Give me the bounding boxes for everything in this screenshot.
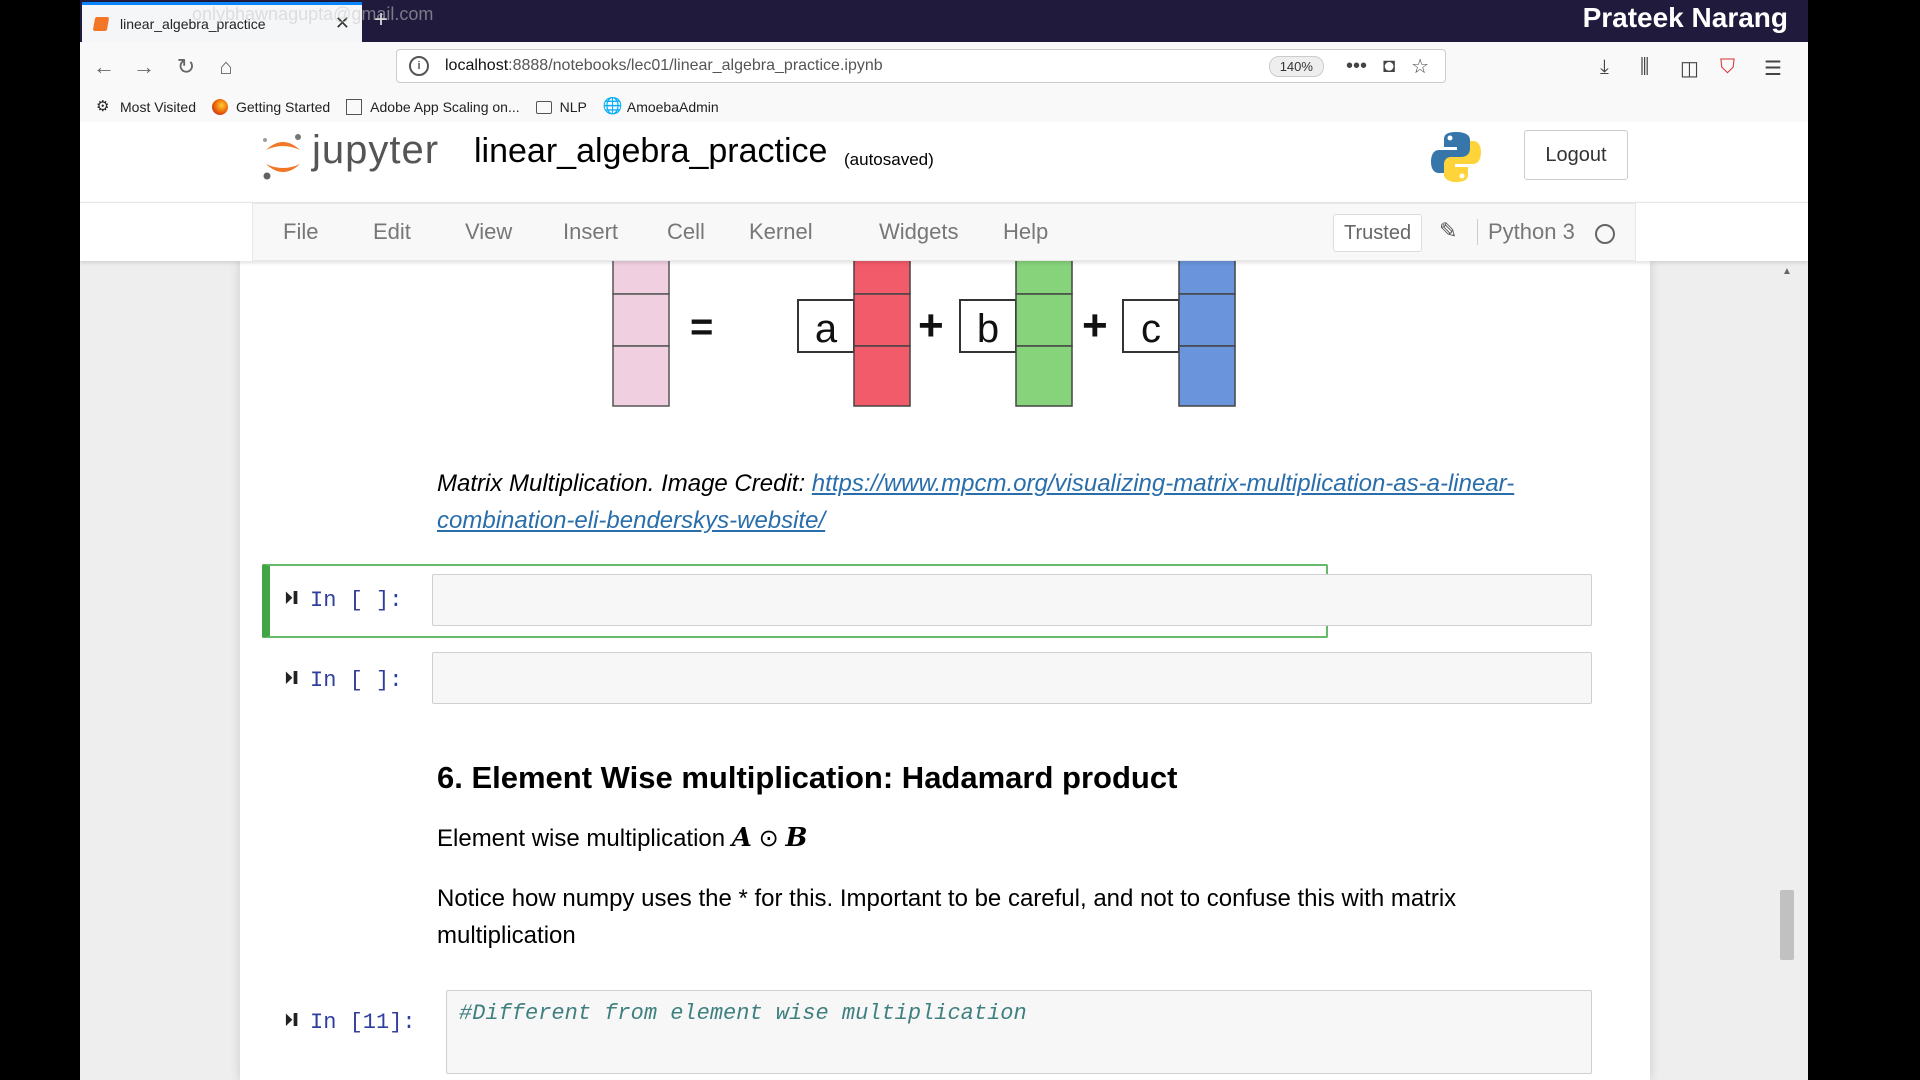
cell-prompt: In [ ]: bbox=[310, 668, 403, 693]
home-icon[interactable]: ⌂ bbox=[212, 54, 240, 80]
sidebar-icon[interactable]: ◫ bbox=[1680, 56, 1699, 81]
run-cell-icon[interactable]: ⏵❙ bbox=[284, 668, 298, 689]
menu-edit[interactable]: Edit bbox=[373, 219, 411, 245]
library-icon[interactable]: ⫼ bbox=[1640, 56, 1649, 79]
edit-pencil-icon[interactable]: ✎ bbox=[1439, 218, 1457, 244]
menu-insert[interactable]: Insert bbox=[563, 219, 618, 245]
bookmark-nlp[interactable]: NLP bbox=[535, 99, 587, 115]
notebook-page: = a + b + c Matrix Multiplication. Image… bbox=[240, 260, 1650, 1080]
zoom-level-badge[interactable]: 140% bbox=[1268, 55, 1324, 77]
watermark-email: onlybhawnagupta@gmail.com bbox=[192, 4, 434, 24]
trusted-indicator[interactable]: Trusted bbox=[1333, 214, 1423, 252]
bookmark-star-icon[interactable]: ☆ bbox=[1411, 54, 1429, 79]
code-cell-selected[interactable]: ⏵❙ In [ ]: bbox=[262, 564, 1592, 638]
presenter-name: Prateek Narang bbox=[1582, 2, 1788, 33]
bookmark-most-visited[interactable]: ⚙ Most Visited bbox=[96, 98, 196, 116]
menu-help[interactable]: Help bbox=[1003, 219, 1048, 245]
section-heading: 6. Element Wise multiplication: Hadamard… bbox=[437, 760, 1178, 795]
notebook-title[interactable]: linear_algebra_practice bbox=[474, 132, 827, 171]
math-B: B bbox=[785, 823, 808, 853]
plus-sign-1: + bbox=[918, 301, 944, 350]
globe-icon: 🌐 bbox=[602, 98, 623, 115]
folder-icon bbox=[535, 100, 552, 114]
firefox-icon bbox=[212, 99, 228, 115]
jupyter-favicon-icon bbox=[92, 16, 110, 31]
code-cell-11[interactable]: ⏵❙ In [11]: #Different from element wise… bbox=[262, 982, 1592, 1080]
url-bar[interactable]: i localhost:8888/notebooks/lec01/linear_… bbox=[396, 49, 1446, 83]
autosave-status: (autosaved) bbox=[844, 150, 934, 169]
notebook-scrollbar[interactable]: ▲ bbox=[1778, 260, 1796, 1080]
code-input-area[interactable] bbox=[432, 574, 1592, 626]
bookmarks-toolbar: ⚙ Most Visited Getting Started Adobe App… bbox=[80, 92, 1808, 123]
matrix-multiplication-figure: = a + b + c bbox=[612, 260, 1236, 407]
menu-file[interactable]: File bbox=[283, 219, 318, 245]
scrollbar-thumb[interactable] bbox=[1780, 890, 1794, 960]
notebook-area[interactable]: = a + b + c Matrix Multiplication. Image… bbox=[80, 260, 1808, 1080]
code-comment[interactable]: #Different from element wise multiplicat… bbox=[459, 1001, 1027, 1026]
screen: linear_algebra_practice ✕ + onlybhawnagu… bbox=[80, 0, 1808, 1080]
caption-text: Matrix Multiplication. Image Credit: bbox=[437, 470, 812, 497]
code-cell[interactable]: ⏵❙ In [ ]: bbox=[262, 644, 1592, 714]
code-input-area[interactable] bbox=[432, 652, 1592, 704]
download-icon[interactable]: ⤓ bbox=[1600, 56, 1609, 79]
hamburger-menu-icon[interactable]: ☰ bbox=[1764, 56, 1782, 81]
math-A: A bbox=[731, 823, 752, 853]
page-actions-icon[interactable]: ••• bbox=[1346, 55, 1367, 78]
site-info-icon[interactable]: i bbox=[409, 56, 429, 76]
navigation-bar: ← → ↻ ⌂ i localhost:8888/notebooks/lec01… bbox=[80, 42, 1808, 93]
menu-cell[interactable]: Cell bbox=[667, 219, 705, 245]
bookmark-adobe[interactable]: Adobe App Scaling on... bbox=[346, 99, 520, 115]
numpy-note-paragraph: Notice how numpy uses the * for this. Im… bbox=[437, 885, 1457, 949]
browser-titlebar: linear_algebra_practice ✕ + onlybhawnagu… bbox=[80, 0, 1808, 42]
jupyter-logo-icon[interactable] bbox=[260, 132, 306, 182]
run-cell-icon[interactable]: ⏵❙ bbox=[284, 588, 298, 609]
forward-arrow-icon[interactable]: → bbox=[130, 54, 158, 80]
menu-widgets[interactable]: Widgets bbox=[879, 219, 958, 245]
run-cell-icon[interactable]: ⏵❙ bbox=[284, 1010, 298, 1031]
column-b bbox=[1015, 260, 1073, 407]
menu-kernel[interactable]: Kernel bbox=[749, 219, 813, 245]
menu-view[interactable]: View bbox=[465, 219, 512, 245]
bookmark-amoebaadmin[interactable]: 🌐 AmoebaAdmin bbox=[602, 98, 719, 116]
kernel-name[interactable]: Python 3 bbox=[1477, 219, 1575, 245]
reload-icon[interactable]: ↻ bbox=[172, 54, 200, 80]
column-c bbox=[1178, 260, 1236, 407]
gear-icon: ⚙ bbox=[96, 98, 110, 115]
adobe-icon bbox=[346, 99, 363, 115]
bookmark-getting-started[interactable]: Getting Started bbox=[212, 99, 330, 115]
scalar-b-label: b bbox=[977, 307, 999, 351]
hadamard-operator: ⊙ bbox=[758, 824, 779, 852]
scroll-up-arrow-icon[interactable]: ▲ bbox=[1782, 266, 1792, 277]
url-text[interactable]: localhost:8888/notebooks/lec01/linear_al… bbox=[445, 57, 1269, 75]
jupyter-logo-text[interactable]: jupyter bbox=[312, 128, 439, 173]
python-logo-icon bbox=[1431, 132, 1481, 182]
logout-button[interactable]: Logout bbox=[1524, 130, 1628, 180]
scalar-a-label: a bbox=[815, 307, 838, 351]
result-column bbox=[612, 260, 670, 407]
menubar: File Edit View Insert Cell Kernel Widget… bbox=[252, 203, 1636, 261]
pocket-icon[interactable]: ◘ bbox=[1383, 55, 1395, 78]
plus-sign-2: + bbox=[1082, 301, 1108, 350]
cell-prompt: In [ ]: bbox=[310, 588, 403, 613]
jupyter-header: jupyter linear_algebra_practice (autosav… bbox=[80, 122, 1808, 202]
column-a bbox=[853, 260, 911, 407]
ublock-icon[interactable]: ⛉ bbox=[1720, 56, 1735, 79]
back-arrow-icon[interactable]: ← bbox=[90, 54, 118, 80]
kernel-status-icon bbox=[1595, 224, 1615, 244]
code-input-area[interactable]: #Different from element wise multiplicat… bbox=[446, 990, 1592, 1074]
figure-caption: Matrix Multiplication. Image Credit: htt… bbox=[437, 465, 1617, 539]
equals-sign: = bbox=[690, 305, 713, 349]
scalar-c-label: c bbox=[1141, 307, 1161, 351]
cell-prompt: In [11]: bbox=[310, 1010, 416, 1035]
menubar-container: File Edit View Insert Cell Kernel Widget… bbox=[80, 202, 1808, 261]
element-wise-paragraph: Element wise multiplication A ⊙ B bbox=[437, 823, 808, 853]
